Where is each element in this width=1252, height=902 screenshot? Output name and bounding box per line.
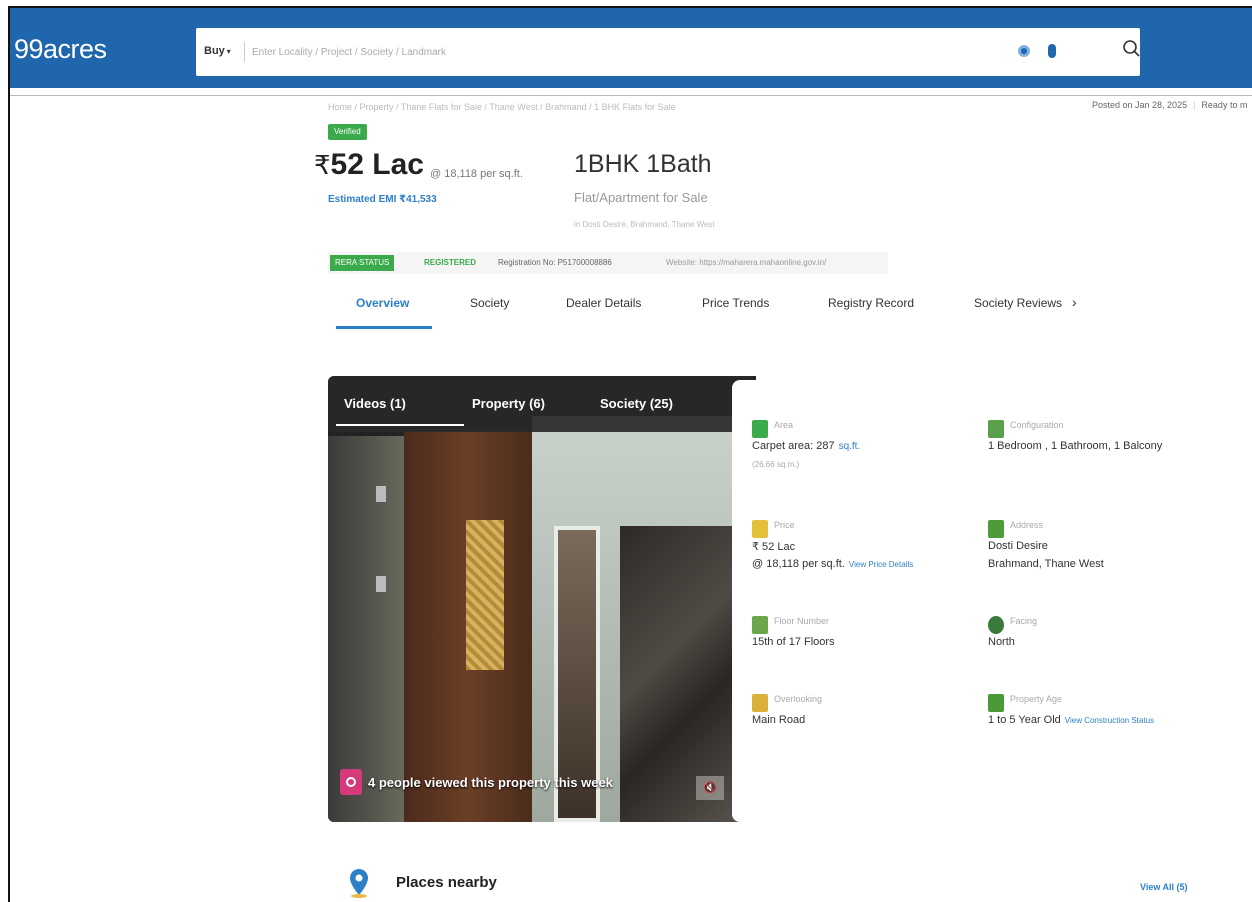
media-tab-property[interactable]: Property (6) <box>472 396 545 411</box>
address-icon <box>988 520 1004 538</box>
property-age-icon <box>988 694 1004 712</box>
search-icon[interactable] <box>1122 39 1140 57</box>
media-tab-videos[interactable]: Videos (1) <box>344 396 406 411</box>
price-per-sqft: @ 18,118 per sq.ft. <box>430 168 523 180</box>
chevron-down-icon: ▾ <box>226 47 231 56</box>
listing-location[interactable]: in Dosti Desire, Brahmand, Thane West <box>574 220 715 229</box>
eye-icon <box>340 769 362 795</box>
photo-door-panel <box>466 520 504 670</box>
overlooking-icon <box>752 694 768 712</box>
price-value: 52 Lac <box>330 148 424 181</box>
rupee-symbol: ₹ <box>314 150 331 180</box>
floor-icon <box>752 616 768 634</box>
search-input[interactable] <box>252 40 992 64</box>
breadcrumb[interactable]: Home / Property / Thane Flats for Sale /… <box>328 102 676 112</box>
property-details-panel: Area Carpet area: 287 sq.ft. (26.66 sq.m.… <box>732 380 1232 822</box>
views-text: 4 people viewed this property this week <box>368 774 613 790</box>
buy-dropdown[interactable]: Buy ▾ <box>204 45 231 57</box>
media-tab-society[interactable]: Society (25) <box>600 396 673 411</box>
views-banner: 4 people viewed this property this week <box>340 764 613 800</box>
site-logo[interactable]: 99acres <box>14 34 107 65</box>
rera-website[interactable]: Website: https://maharera.mahaonline.gov… <box>666 258 826 267</box>
view-all-places-link[interactable]: View All (5) <box>1140 882 1188 892</box>
estimated-emi-link[interactable]: Estimated EMI ₹41,533 <box>328 194 437 205</box>
chevron-right-icon[interactable]: › <box>1072 294 1077 310</box>
area-icon <box>752 420 768 438</box>
listing-price: ₹52 Lac <box>314 148 424 182</box>
photo-switch <box>376 486 386 502</box>
tab-price-trends[interactable]: Price Trends <box>702 296 769 310</box>
rera-strip: RERA STATUS REGISTERED Registration No: … <box>328 252 888 274</box>
rera-registration-no: Registration No: P51700008886 <box>498 258 612 267</box>
media-gallery[interactable]: Videos (1) Property (6) Society (25) 4 p… <box>328 376 756 822</box>
tab-society[interactable]: Society <box>470 296 509 310</box>
tab-dealer-details[interactable]: Dealer Details <box>566 296 641 310</box>
top-navbar: 99acres Buy ▾ <box>10 8 1252 88</box>
tab-society-reviews[interactable]: Society Reviews <box>974 296 1062 310</box>
photo-switch <box>376 576 386 592</box>
map-pin-icon <box>350 869 368 898</box>
unit-dropdown[interactable]: sq.ft. <box>839 441 861 452</box>
detail-label: Facing <box>1010 616 1038 626</box>
detail-label: Overlooking <box>774 694 823 704</box>
section-tabs: Overview Society Dealer Details Price Tr… <box>328 284 1088 330</box>
area-sqm: (26.66 sq.m.) <box>752 460 800 469</box>
posted-date: Posted on Jan 28, 2025 <box>1092 100 1188 110</box>
detail-label: Floor Number <box>774 616 830 626</box>
detail-label: Property Age <box>1010 694 1063 704</box>
detail-label: Price <box>774 520 795 530</box>
tab-registry-record[interactable]: Registry Record <box>828 296 914 310</box>
detail-label: Configuration <box>1010 420 1064 430</box>
buy-label: Buy <box>204 45 225 57</box>
age-value: 1 to 5 Year Old <box>988 714 1061 726</box>
view-construction-status-link[interactable]: View Construction Status <box>1065 716 1154 725</box>
possession-status: Ready to m <box>1201 100 1248 110</box>
search-divider <box>244 42 245 62</box>
active-tab-indicator <box>336 326 432 329</box>
verified-badge: Verified <box>328 124 367 140</box>
detail-label: Area <box>774 420 794 430</box>
detail-sub: Brahmand, Thane West <box>988 558 1104 570</box>
media-tab-indicator <box>336 424 464 426</box>
places-nearby-title: Places nearby <box>396 874 497 891</box>
detail-value: Carpet area: 287 sq.ft. <box>752 440 860 452</box>
detail-value: 1 Bedroom , 1 Bathroom, 1 Balcony <box>988 440 1163 452</box>
detail-value: Dosti Desire <box>988 540 1048 552</box>
search-bar: Buy ▾ <box>196 28 1140 76</box>
detail-value: ₹ 52 Lac <box>752 541 796 553</box>
media-tabs: Videos (1) Property (6) Society (25) <box>328 376 756 432</box>
posted-info: Posted on Jan 28, 2025 | Ready to m <box>1092 100 1247 110</box>
detail-value: 15th of 17 Floors <box>752 636 835 648</box>
property-type: Flat/Apartment for Sale <box>574 190 708 205</box>
rera-registered: REGISTERED <box>424 258 477 267</box>
detail-value: 1 to 5 Year Old View Construction Status <box>988 714 1154 726</box>
detail-label: Address <box>1010 520 1044 530</box>
configuration-icon <box>988 420 1004 438</box>
separator: | <box>1193 100 1196 110</box>
detail-value: Main Road <box>752 714 806 726</box>
view-price-details-link[interactable]: View Price Details <box>849 560 913 569</box>
page: 99acres Buy▾ Home / Property / Thane Fla… <box>8 6 1252 902</box>
price-icon <box>752 520 768 538</box>
tab-overview[interactable]: Overview <box>356 296 409 310</box>
locate-icon[interactable] <box>1018 45 1030 57</box>
mic-icon[interactable] <box>1048 44 1056 58</box>
mute-icon[interactable]: 🔇 <box>696 776 724 800</box>
detail-value: North <box>988 636 1015 648</box>
price-per-sqft-detail: @ 18,118 per sq.ft. <box>752 558 845 570</box>
detail-sub: @ 18,118 per sq.ft. View Price Details <box>752 558 913 570</box>
compass-icon <box>988 616 1004 634</box>
listing-title: 1BHK 1Bath <box>574 150 712 178</box>
rera-status-badge[interactable]: RERA STATUS <box>330 255 395 271</box>
subnav-strip <box>10 88 1252 96</box>
carpet-area: Carpet area: 287 <box>752 440 835 452</box>
